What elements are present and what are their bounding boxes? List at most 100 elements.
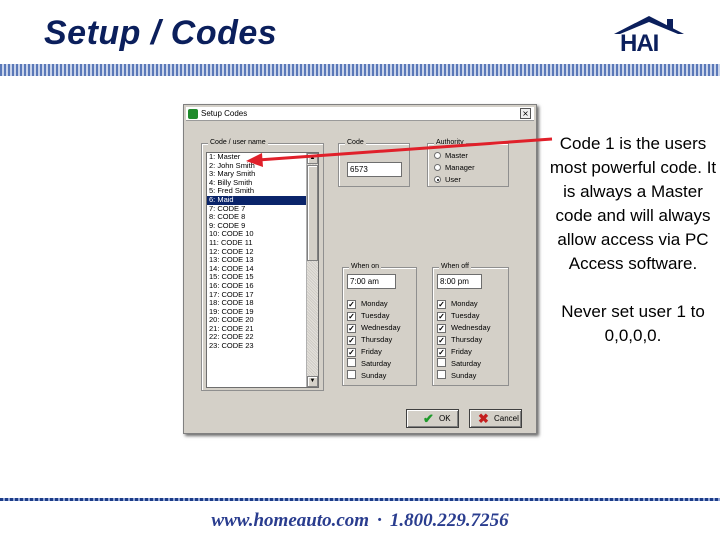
day-label: Friday [361,347,382,356]
footer-phone: 1.800.229.7256 [389,510,509,531]
day-checkbox-thursday[interactable]: ✓ Thursday [347,334,392,346]
checkbox-icon: ✓ [437,348,446,357]
day-checkbox-saturday[interactable]: Saturday [347,358,391,370]
checkbox-icon [437,358,446,367]
checkbox-icon: ✓ [437,324,446,333]
ok-label: OK [439,414,451,423]
list-item[interactable]: 9: CODE 9 [207,222,308,231]
list-item[interactable]: 1: Master [207,153,308,162]
callout-paragraph-2: Never set user 1 to 0,0,0,0. [561,302,705,345]
code-input[interactable]: 6573 [347,162,402,177]
authority-master-radio[interactable]: Master [434,151,468,161]
code-group: Code 6573 [338,138,410,187]
list-item[interactable]: 23: CODE 23 [207,342,308,351]
dialog-titlebar[interactable]: Setup Codes × [186,107,534,121]
list-item[interactable]: 7: CODE 7 [207,205,308,214]
authority-user-radio[interactable]: User [434,175,461,185]
footer: www.homeauto.com · 1.800.229.7256 [0,510,720,532]
day-label: Tuesday [361,311,390,320]
day-checkbox-friday[interactable]: ✓ Friday [347,346,382,358]
day-checkbox-wednesday[interactable]: ✓ Wednesday [347,322,400,334]
list-item[interactable]: 3: Mary Smith [207,170,308,179]
list-item[interactable]: 6: Maid [207,195,308,205]
cancel-button[interactable]: ✖ Cancel [469,409,522,428]
ok-button[interactable]: ✔ OK [406,409,459,428]
app-icon [188,109,198,119]
radio-manager-icon [434,164,441,171]
when-off-input[interactable]: 8:00 pm [437,274,482,289]
day-checkbox-tuesday[interactable]: ✓ Tuesday [347,310,390,322]
checkbox-icon: ✓ [437,300,446,309]
list-item[interactable]: 16: CODE 16 [207,282,308,291]
callout-text: Code 1 is the users most powerful code. … [548,132,718,372]
day-checkbox-monday[interactable]: ✓ Monday [437,298,478,310]
day-label: Wednesday [451,323,491,332]
when-off-label: When off [439,262,471,272]
code-group-label: Code [345,138,366,148]
codes-group-label: Code / user name [208,138,268,148]
code-listbox[interactable]: 1: Master 2: John Smith 3: Mary Smith 4: Bi… [206,152,319,388]
day-label: Tuesday [451,311,480,320]
day-label: Sunday [361,371,387,380]
day-label: Wednesday [361,323,401,332]
checkbox-icon: ✓ [437,312,446,321]
authority-group: Authority Master Manager User [427,138,509,187]
scroll-up-icon[interactable]: ▲ [307,153,318,164]
list-item[interactable]: 10: CODE 10 [207,230,308,239]
setup-codes-dialog: Setup Codes × Code / user name 1: Master… [183,104,537,434]
authority-manager-label: Manager [445,163,475,172]
header-band [0,64,720,76]
when-off-group: When off 8:00 pm ✓ Monday ✓ Tuesday ✓ Wednesd… [432,262,509,386]
day-checkbox-sunday[interactable]: Sunday [437,370,476,382]
list-item[interactable]: 13: CODE 13 [207,256,308,265]
list-item[interactable]: 5: Fred Smith [207,187,308,196]
day-checkbox-sunday[interactable]: Sunday [347,370,386,382]
checkbox-icon [437,370,446,379]
when-on-input[interactable]: 7:00 am [347,274,396,289]
day-checkbox-friday[interactable]: ✓ Friday [437,346,472,358]
list-scrollbar[interactable]: ▲ ▼ [306,153,318,387]
authority-master-label: Master [445,151,468,160]
list-item[interactable]: 21: CODE 21 [207,325,308,334]
day-checkbox-saturday[interactable]: Saturday [437,358,481,370]
list-item[interactable]: 17: CODE 17 [207,291,308,300]
checkbox-icon [347,370,356,379]
dialog-title: Setup Codes [201,109,248,118]
code-list: 1: Master 2: John Smith 3: Mary Smith 4: Bi… [207,153,308,351]
day-checkbox-monday[interactable]: ✓ Monday [347,298,388,310]
footer-url: www.homeauto.com [211,510,370,531]
checkbox-icon: ✓ [437,336,446,345]
checkbox-icon: ✓ [347,312,356,321]
callout-paragraph-1: Code 1 is the users most powerful code. … [549,134,717,273]
radio-user-icon [434,176,441,183]
scroll-thumb[interactable] [307,165,318,261]
list-item[interactable]: 19: CODE 19 [207,308,308,317]
day-label: Monday [451,299,478,308]
when-on-label: When on [349,262,382,272]
checkbox-icon: ✓ [347,300,356,309]
when-on-group: When on 7:00 am ✓ Monday ✓ Tuesday ✓ Wednesda… [342,262,417,386]
list-item[interactable]: 11: CODE 11 [207,239,308,248]
authority-manager-radio[interactable]: Manager [434,163,475,173]
list-item[interactable]: 2: John Smith [207,162,308,171]
list-item[interactable]: 22: CODE 22 [207,333,308,342]
close-button[interactable]: × [520,108,531,119]
authority-group-label: Authority [434,138,466,148]
checkbox-icon: ✓ [347,336,356,345]
list-item[interactable]: 15: CODE 15 [207,273,308,282]
list-item[interactable]: 14: CODE 14 [207,265,308,274]
list-item[interactable]: 20: CODE 20 [207,316,308,325]
day-label: Thursday [451,335,483,344]
day-checkbox-wednesday[interactable]: ✓ Wednesday [437,322,490,334]
list-item[interactable]: 18: CODE 18 [207,299,308,308]
day-label: Saturday [451,359,482,368]
list-item[interactable]: 4: Billy Smith [207,179,308,188]
list-item[interactable]: 8: CODE 8 [207,213,308,222]
day-label: Thursday [361,335,393,344]
day-checkbox-thursday[interactable]: ✓ Thursday [437,334,482,346]
day-checkbox-tuesday[interactable]: ✓ Tuesday [437,310,480,322]
list-item[interactable]: 12: CODE 12 [207,248,308,257]
radio-master-icon [434,152,441,159]
authority-user-label: User [445,175,461,184]
scroll-down-icon[interactable]: ▼ [307,376,318,387]
